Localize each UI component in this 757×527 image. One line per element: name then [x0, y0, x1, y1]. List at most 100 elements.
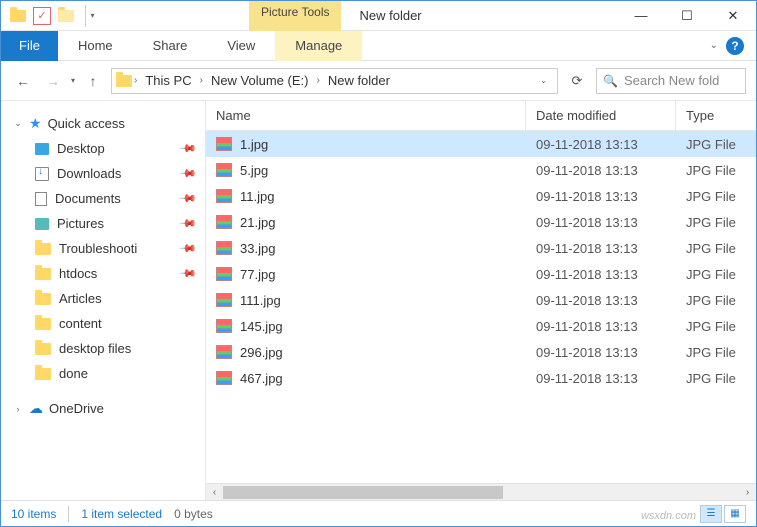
file-row[interactable]: 111.jpg 09-11-2018 13:13 JPG File [206, 287, 756, 313]
quick-access-header[interactable]: ⌄ ★ Quick access [1, 111, 205, 136]
ribbon-expand-icon[interactable]: ⌄ [710, 40, 718, 51]
ribbon-file-tab[interactable]: File [1, 31, 58, 61]
image-icon [216, 163, 232, 177]
address-bar[interactable]: › This PC › New Volume (E:) › New folder… [111, 68, 558, 94]
scroll-right-icon[interactable]: › [739, 484, 756, 500]
file-name: 1.jpg [240, 137, 268, 152]
desktop-icon [35, 143, 49, 155]
image-icon [216, 215, 232, 229]
minimize-button[interactable]: — [618, 1, 664, 31]
onedrive-header[interactable]: › ☁ OneDrive [1, 396, 205, 421]
column-headers: Name Date modified Type [206, 101, 756, 131]
sidebar-item-desktop[interactable]: Desktop 📌 [1, 136, 205, 161]
file-row[interactable]: 33.jpg 09-11-2018 13:13 JPG File [206, 235, 756, 261]
star-icon: ★ [29, 115, 42, 132]
history-dropdown-icon[interactable]: ▾ [71, 76, 75, 85]
image-icon [216, 241, 232, 255]
close-button[interactable]: ✕ [710, 1, 756, 31]
file-row[interactable]: 296.jpg 09-11-2018 13:13 JPG File [206, 339, 756, 365]
file-row[interactable]: 11.jpg 09-11-2018 13:13 JPG File [206, 183, 756, 209]
pin-icon: 📌 [179, 164, 198, 183]
file-type: JPG File [676, 215, 756, 230]
separator [68, 506, 69, 522]
ribbon-tab-share[interactable]: Share [133, 31, 208, 61]
downloads-icon [35, 167, 49, 181]
sidebar-item-content[interactable]: content [1, 311, 205, 336]
breadcrumb-this-pc[interactable]: This PC [139, 73, 197, 88]
file-row[interactable]: 1.jpg 09-11-2018 13:13 JPG File [206, 131, 756, 157]
chevron-right-icon[interactable]: › [316, 75, 319, 86]
status-count: 10 items [11, 507, 56, 521]
help-button[interactable]: ? [726, 37, 744, 55]
image-icon [216, 293, 232, 307]
chevron-right-icon[interactable]: › [134, 75, 137, 86]
back-button[interactable]: ← [11, 69, 35, 93]
folder-icon [35, 243, 51, 255]
explorer-icon[interactable] [9, 7, 27, 25]
qat-dropdown-icon[interactable]: ▾ [85, 5, 99, 27]
sidebar-item-documents[interactable]: Documents 📌 [1, 186, 205, 211]
breadcrumb-folder[interactable]: New folder [322, 73, 396, 88]
ribbon-tab-manage[interactable]: Manage [275, 31, 362, 61]
file-row[interactable]: 145.jpg 09-11-2018 13:13 JPG File [206, 313, 756, 339]
file-type: JPG File [676, 293, 756, 308]
sidebar-item-downloads[interactable]: Downloads 📌 [1, 161, 205, 186]
sidebar-item-label: done [59, 366, 88, 381]
column-name[interactable]: Name [206, 101, 526, 130]
thumbnails-view-button[interactable]: ▦ [724, 505, 746, 523]
file-row[interactable]: 5.jpg 09-11-2018 13:13 JPG File [206, 157, 756, 183]
column-date[interactable]: Date modified [526, 101, 676, 130]
properties-icon[interactable]: ✓ [33, 7, 51, 25]
column-type[interactable]: Type [676, 101, 756, 130]
search-input[interactable]: 🔍 Search New fold [596, 68, 746, 94]
ribbon-tab-home[interactable]: Home [58, 31, 133, 61]
folder-icon [35, 268, 51, 280]
details-view-button[interactable]: ☰ [700, 505, 722, 523]
file-date: 09-11-2018 13:13 [526, 371, 676, 386]
collapse-icon[interactable]: ⌄ [13, 118, 23, 129]
new-folder-icon[interactable] [57, 7, 75, 25]
file-name: 5.jpg [240, 163, 268, 178]
search-placeholder: Search New fold [624, 73, 719, 88]
ribbon-tab-view[interactable]: View [207, 31, 275, 61]
scroll-left-icon[interactable]: ‹ [206, 484, 223, 500]
file-row[interactable]: 21.jpg 09-11-2018 13:13 JPG File [206, 209, 756, 235]
file-type: JPG File [676, 137, 756, 152]
file-rows[interactable]: 1.jpg 09-11-2018 13:13 JPG File5.jpg 09-… [206, 131, 756, 483]
sidebar-item-articles[interactable]: Articles [1, 286, 205, 311]
file-date: 09-11-2018 13:13 [526, 137, 676, 152]
breadcrumb-volume[interactable]: New Volume (E:) [205, 73, 315, 88]
file-date: 09-11-2018 13:13 [526, 319, 676, 334]
sidebar-item-desktop-files[interactable]: desktop files [1, 336, 205, 361]
sidebar-item-troubleshooti[interactable]: Troubleshooti 📌 [1, 236, 205, 261]
chevron-right-icon[interactable]: › [200, 75, 203, 86]
file-type: JPG File [676, 371, 756, 386]
image-icon [216, 371, 232, 385]
refresh-button[interactable]: ⟳ [564, 68, 590, 94]
pin-icon: 📌 [179, 239, 198, 258]
expand-icon[interactable]: › [13, 404, 23, 414]
sidebar-item-pictures[interactable]: Pictures 📌 [1, 211, 205, 236]
forward-button[interactable]: → [41, 69, 65, 93]
quick-access-label: Quick access [48, 116, 125, 131]
horizontal-scrollbar[interactable]: ‹ › [206, 483, 756, 500]
sidebar-item-label: desktop files [59, 341, 131, 356]
maximize-button[interactable]: ☐ [664, 1, 710, 31]
pin-icon: 📌 [179, 139, 198, 158]
sidebar-item-htdocs[interactable]: htdocs 📌 [1, 261, 205, 286]
sidebar-item-label: Pictures [57, 216, 104, 231]
file-type: JPG File [676, 345, 756, 360]
file-row[interactable]: 467.jpg 09-11-2018 13:13 JPG File [206, 365, 756, 391]
file-type: JPG File [676, 319, 756, 334]
file-row[interactable]: 77.jpg 09-11-2018 13:13 JPG File [206, 261, 756, 287]
sidebar-item-done[interactable]: done [1, 361, 205, 386]
image-icon [216, 319, 232, 333]
window-title: New folder [359, 8, 421, 23]
context-tab-group: Picture Tools [249, 1, 341, 31]
address-dropdown-icon[interactable]: ⌄ [534, 76, 553, 85]
up-button[interactable]: ↑ [81, 69, 105, 93]
file-name: 111.jpg [240, 293, 281, 308]
sidebar-item-label: content [59, 316, 102, 331]
folder-icon [116, 75, 132, 87]
scroll-thumb[interactable] [223, 486, 503, 499]
